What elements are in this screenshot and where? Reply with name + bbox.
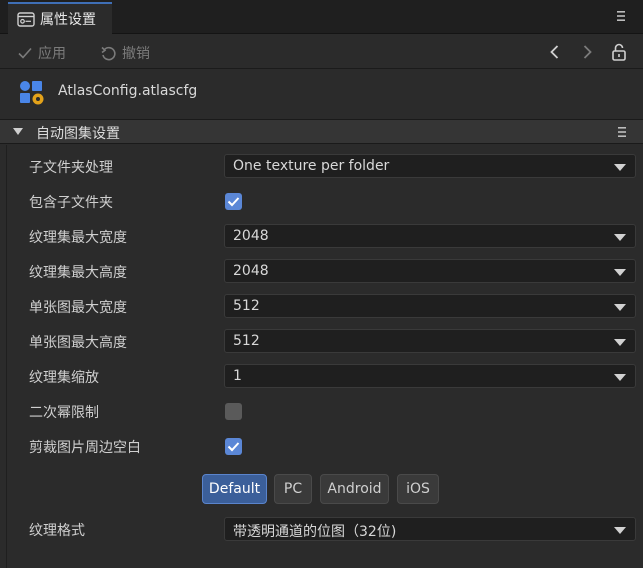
atlas-scale-dropdown[interactable]: 1 (224, 364, 636, 388)
chevron-down-icon (614, 234, 626, 241)
subfolder-handling-value: One texture per folder (233, 158, 390, 174)
checkmark-icon (227, 442, 240, 452)
chevron-down-icon (614, 339, 626, 346)
back-arrow-icon[interactable] (546, 43, 564, 61)
atlas-config-icon (20, 81, 44, 105)
apply-label: 应用 (38, 46, 66, 62)
platform-tab-default[interactable]: Default (202, 474, 267, 504)
chevron-down-icon (614, 304, 626, 311)
platform-default-label: Default (208, 481, 261, 497)
toolbar: 应用 撤销 (0, 35, 643, 69)
section-menu-icon[interactable] (616, 123, 628, 145)
chevron-down-icon (614, 527, 626, 534)
platform-android-label: Android (327, 481, 382, 497)
file-header: AtlasConfig.atlascfg (0, 70, 643, 118)
platform-tab-pc[interactable]: PC (274, 474, 312, 504)
max-sprite-width-dropdown[interactable]: 512 (224, 294, 636, 318)
platform-tab-android[interactable]: Android (320, 474, 389, 504)
texture-format-label: 纹理格式 (29, 523, 85, 539)
undo-button[interactable]: 撤销 (100, 43, 150, 63)
properties-panel: 属性设置 应用 撤销 AtlasConfig.atlascfg 自动图集设置 子… (0, 0, 643, 568)
undo-label: 撤销 (122, 46, 150, 62)
chevron-down-icon (614, 269, 626, 276)
lock-icon[interactable] (610, 43, 628, 61)
forward-arrow-icon[interactable] (578, 43, 596, 61)
collapse-arrow-icon[interactable] (13, 128, 23, 135)
undo-icon (101, 46, 116, 60)
checkmark-icon (227, 197, 240, 207)
subfolder-handling-label: 子文件夹处理 (29, 160, 113, 176)
atlas-scale-label: 纹理集缩放 (29, 370, 99, 386)
max-atlas-height-value: 2048 (233, 263, 269, 279)
atlas-scale-value: 1 (233, 368, 242, 384)
max-sprite-width-value: 512 (233, 298, 260, 314)
file-name: AtlasConfig.atlascfg (58, 83, 198, 99)
chevron-down-icon (614, 164, 626, 171)
apply-button[interactable]: 应用 (17, 43, 66, 63)
properties-panel-icon (17, 11, 35, 27)
power-of-two-checkbox[interactable] (225, 403, 242, 420)
max-atlas-width-value: 2048 (233, 228, 269, 244)
tab-bar: 属性设置 (0, 0, 643, 34)
subfolder-handling-dropdown[interactable]: One texture per folder (224, 154, 636, 178)
menu-icon[interactable] (615, 7, 627, 25)
max-sprite-height-dropdown[interactable]: 512 (224, 329, 636, 353)
max-sprite-height-value: 512 (233, 333, 260, 349)
platform-tab-ios[interactable]: iOS (397, 474, 439, 504)
section-title: 自动图集设置 (36, 126, 120, 142)
platform-pc-label: PC (283, 481, 303, 497)
max-sprite-height-label: 单张图最大高度 (29, 335, 127, 351)
max-atlas-height-dropdown[interactable]: 2048 (224, 259, 636, 283)
trim-whitespace-label: 剪裁图片周边空白 (29, 440, 141, 456)
texture-format-value: 带透明通道的位图（32位) (233, 524, 397, 540)
tab-label: 属性设置 (40, 12, 96, 28)
tab-properties[interactable]: 属性设置 (8, 2, 112, 34)
trim-whitespace-checkbox[interactable] (225, 438, 242, 455)
power-of-two-label: 二次幂限制 (29, 405, 99, 421)
include-subfolders-label: 包含子文件夹 (29, 195, 113, 211)
check-icon (18, 47, 32, 59)
section-header-auto-atlas[interactable]: 自动图集设置 (0, 119, 643, 144)
platform-ios-label: iOS (406, 481, 430, 497)
max-atlas-height-label: 纹理集最大高度 (29, 265, 127, 281)
max-atlas-width-label: 纹理集最大宽度 (29, 230, 127, 246)
max-atlas-width-dropdown[interactable]: 2048 (224, 224, 636, 248)
chevron-down-icon (614, 374, 626, 381)
texture-format-dropdown[interactable]: 带透明通道的位图（32位) (224, 517, 636, 541)
max-sprite-width-label: 单张图最大宽度 (29, 300, 127, 316)
include-subfolders-checkbox[interactable] (225, 193, 242, 210)
